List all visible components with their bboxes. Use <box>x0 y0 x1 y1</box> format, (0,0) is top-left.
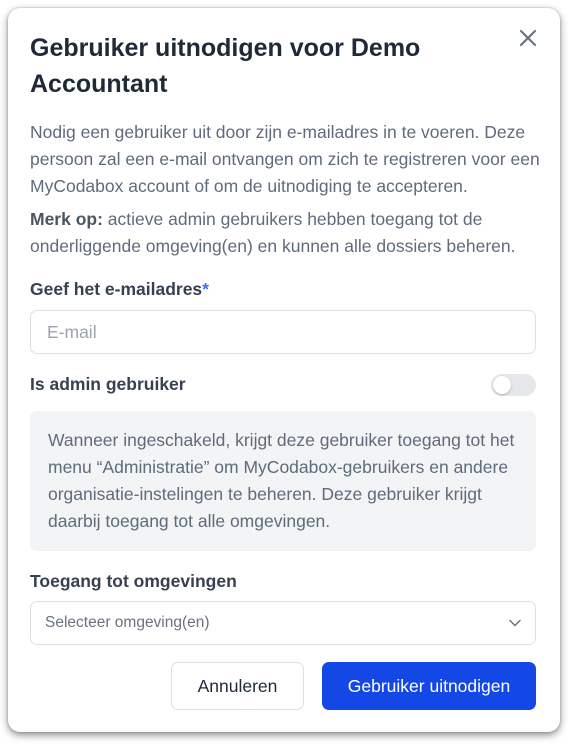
toggle-knob <box>493 376 511 394</box>
invite-user-dialog: Gebruiker uitnodigen voor Demo Accountan… <box>8 8 560 732</box>
cancel-button[interactable]: Annuleren <box>171 662 304 710</box>
environments-label: Toegang tot omgevingen <box>30 571 237 591</box>
close-button[interactable] <box>516 26 540 50</box>
dialog-title: Gebruiker uitnodigen voor Demo Accountan… <box>30 34 421 98</box>
admin-info-box: Wanneer ingeschakeld, krijgt deze gebrui… <box>30 411 536 551</box>
required-mark: * <box>202 279 209 299</box>
invite-button[interactable]: Gebruiker uitnodigen <box>322 662 536 710</box>
admin-label: Is admin gebruiker <box>30 374 186 394</box>
admin-note: Merk op: actieve admin gebruikers hebben… <box>30 206 540 260</box>
email-input[interactable] <box>30 310 536 354</box>
environments-select[interactable]: Selecteer omgeving(en) <box>30 601 536 645</box>
email-label: Geef het e-mailadres* <box>30 279 209 300</box>
dialog-description: Nodig een gebruiker uit door zijn e-mail… <box>30 122 540 196</box>
chevron-down-icon <box>509 619 521 627</box>
admin-toggle[interactable] <box>491 374 536 396</box>
note-text: actieve admin gebruikers hebben toegang … <box>30 209 516 256</box>
note-label: Merk op: <box>30 209 103 229</box>
close-icon <box>519 29 537 47</box>
environments-placeholder: Selecteer omgeving(en) <box>45 614 210 631</box>
email-label-text: Geef het e-mailadres <box>30 279 203 299</box>
